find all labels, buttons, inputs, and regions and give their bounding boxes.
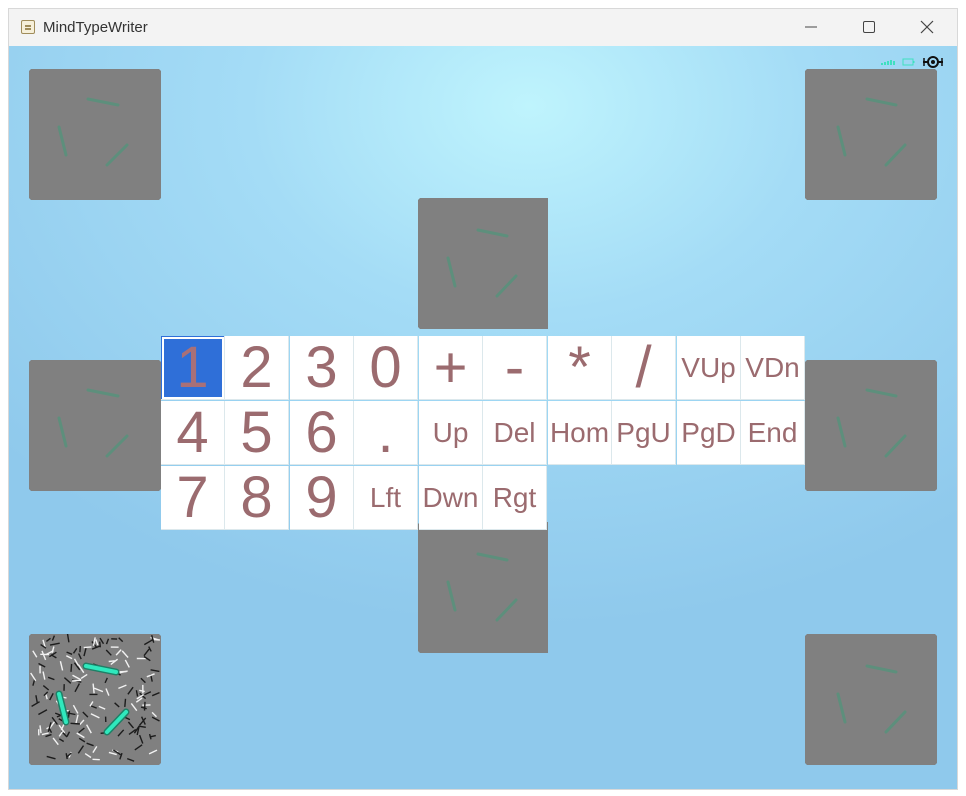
key-up[interactable]: Up [419, 401, 483, 465]
headset-icon [923, 56, 943, 68]
signal-icon [881, 60, 895, 65]
key-minus[interactable]: - [483, 335, 547, 400]
key-left[interactable]: Lft [354, 466, 418, 530]
close-icon [920, 20, 934, 34]
key-end[interactable]: End [741, 401, 805, 465]
key-volume-down[interactable]: VDn [741, 336, 805, 400]
target-top-left[interactable] [29, 69, 161, 200]
key-7[interactable]: 7 [161, 465, 225, 530]
key-plus[interactable]: + [419, 335, 483, 400]
key-volume-up[interactable]: VUp [677, 336, 741, 400]
app-icon [21, 20, 35, 34]
key-6[interactable]: 6 [290, 400, 354, 465]
title-bar[interactable]: MindTypeWriter [9, 9, 957, 46]
target-middle-right[interactable] [805, 360, 937, 491]
key-delete[interactable]: Del [483, 401, 547, 465]
key-down[interactable]: Dwn [419, 466, 483, 530]
key-page-up[interactable]: PgU [612, 401, 676, 465]
window-title: MindTypeWriter [43, 19, 148, 36]
key-4[interactable]: 4 [161, 400, 225, 465]
key-0[interactable]: 0 [354, 335, 418, 400]
key-page-down[interactable]: PgD [677, 401, 741, 465]
key-1[interactable]: 1 [161, 335, 225, 400]
app-window: MindTypeWriter 1 2 3 0 + - * / VUp VDn 4… [8, 8, 958, 790]
target-bottom-left[interactable] [29, 634, 161, 765]
target-middle-left[interactable] [29, 360, 161, 491]
key-5[interactable]: 5 [225, 400, 289, 465]
target-center-bottom[interactable] [418, 522, 548, 653]
target-center-top[interactable] [418, 198, 548, 329]
minimize-button[interactable] [782, 9, 840, 45]
key-3[interactable]: 3 [290, 335, 354, 400]
keypad: 1 2 3 0 + - * / VUp VDn 4 5 6 . Up Del H… [161, 335, 806, 530]
close-button[interactable] [898, 9, 956, 45]
key-right[interactable]: Rgt [483, 466, 547, 530]
minimize-icon [805, 26, 817, 28]
target-bottom-right[interactable] [805, 634, 937, 765]
maximize-button[interactable] [840, 9, 898, 45]
battery-icon [902, 58, 915, 66]
key-2[interactable]: 2 [225, 335, 289, 400]
key-9[interactable]: 9 [290, 465, 354, 530]
key-8[interactable]: 8 [225, 465, 289, 530]
typing-area: 1 2 3 0 + - * / VUp VDn 4 5 6 . Up Del H… [9, 46, 957, 789]
maximize-icon [863, 21, 875, 33]
target-top-right[interactable] [805, 69, 937, 200]
key-multiply[interactable]: * [548, 335, 612, 400]
key-home[interactable]: Hom [548, 401, 612, 465]
status-indicators [879, 54, 949, 70]
key-dot[interactable]: . [354, 400, 418, 465]
key-divide[interactable]: / [612, 335, 676, 400]
